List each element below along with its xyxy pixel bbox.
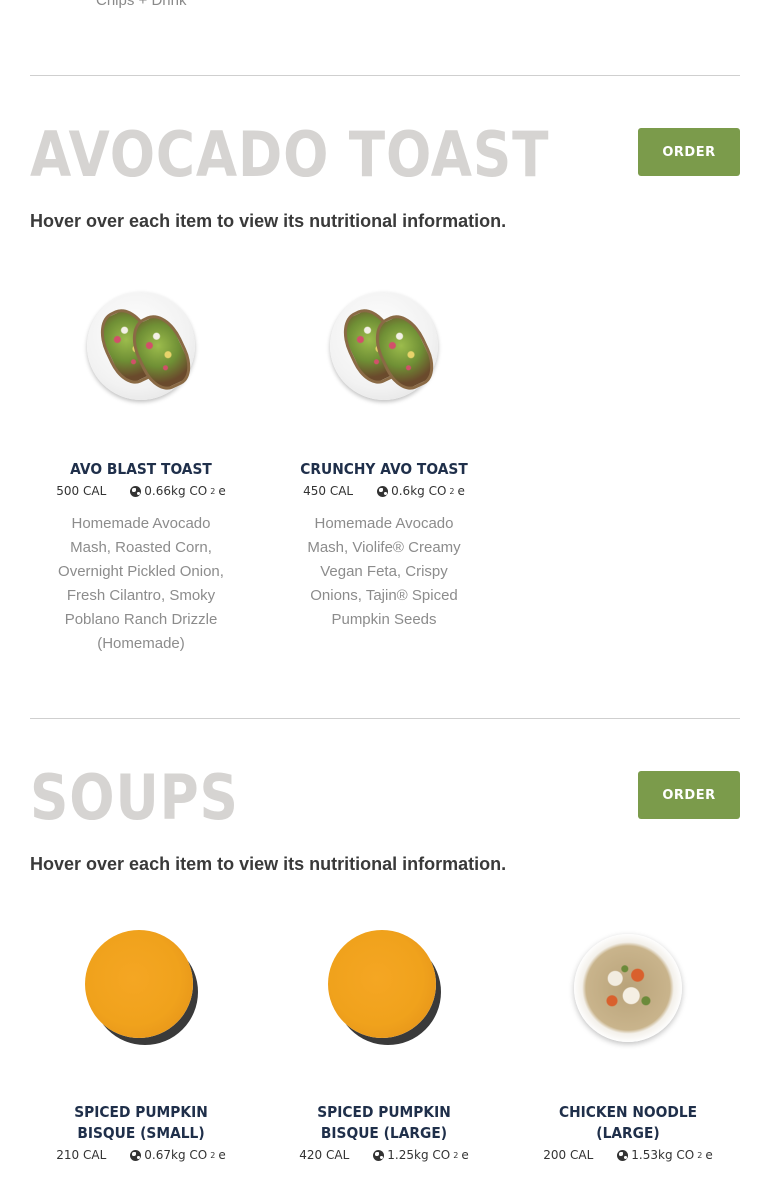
item-meta: 200 CAL 1.53kg CO 2 e	[528, 1148, 728, 1162]
item-description: Homemade Avocado Mash, Roasted Corn, Ove…	[58, 515, 224, 652]
globe-icon	[373, 1149, 385, 1161]
section-divider	[30, 718, 740, 719]
item-name: CRUNCHY AVO TOAST	[300, 460, 468, 478]
item-description: Homemade Avocado Mash, Violife® Creamy V…	[307, 515, 461, 628]
item-name: CHICKEN NOODLE (LARGE)	[558, 1103, 698, 1142]
order-button-soups[interactable]: ORDER	[638, 771, 740, 819]
avocado-toast-photo	[81, 286, 201, 406]
menu-item-chicken-noodle-large[interactable]: CHICKEN NOODLE (LARGE) 200 CAL 1.53kg CO…	[528, 928, 728, 1162]
pumpkin-bisque-photo	[81, 928, 201, 1048]
globe-icon	[130, 485, 142, 497]
menu-item-avo-blast-toast[interactable]: AVO BLAST TOAST 500 CAL 0.66kg CO 2 e Home…	[41, 286, 241, 656]
carbon-footprint: 1.25kg CO 2 e	[373, 1148, 469, 1162]
carbon-footprint: 0.67kg CO 2 e	[130, 1148, 226, 1162]
chicken-noodle-soup-photo	[568, 928, 688, 1048]
co2-value: 1.53kg CO	[631, 1148, 695, 1162]
section-divider	[30, 75, 740, 76]
co2-value: 1.25kg CO	[387, 1148, 451, 1162]
item-name: SPICED PUMPKIN BISQUE (SMALL)	[74, 1103, 208, 1142]
globe-icon	[377, 485, 389, 497]
co2-value: 0.66kg CO	[144, 484, 208, 498]
co2-value: 0.6kg CO	[391, 484, 447, 498]
previous-item-description-fragment: Chips + Drink	[96, 0, 187, 9]
avocado-toast-photo	[324, 286, 444, 406]
calories: 500 CAL	[56, 484, 107, 498]
menu-item-spiced-pumpkin-bisque-small[interactable]: SPICED PUMPKIN BISQUE (SMALL) 210 CAL 0.…	[41, 928, 241, 1162]
calories: 200 CAL	[543, 1148, 594, 1162]
item-name: AVO BLAST TOAST	[70, 460, 212, 478]
menu-item-spiced-pumpkin-bisque-large[interactable]: SPICED PUMPKIN BISQUE (LARGE) 420 CAL 1.…	[284, 928, 484, 1162]
globe-icon	[617, 1149, 629, 1161]
nutrition-hover-note: Hover over each item to view its nutriti…	[30, 854, 507, 874]
co2-value: 0.67kg CO	[144, 1148, 208, 1162]
nutrition-hover-note: Hover over each item to view its nutriti…	[30, 211, 507, 231]
item-meta: 450 CAL 0.6kg CO 2 e	[284, 484, 484, 498]
item-meta: 420 CAL 1.25kg CO 2 e	[284, 1148, 484, 1162]
calories: 420 CAL	[299, 1148, 350, 1162]
globe-icon	[130, 1149, 142, 1161]
pumpkin-bisque-photo	[324, 928, 444, 1048]
section-title-soups: SOUPS	[30, 761, 239, 834]
item-name: SPICED PUMPKIN BISQUE (LARGE)	[317, 1103, 451, 1142]
calories: 450 CAL	[303, 484, 354, 498]
section-title-avocado-toast: AVOCADO TOAST	[30, 118, 550, 191]
menu-item-crunchy-avo-toast[interactable]: CRUNCHY AVO TOAST 450 CAL 0.6kg CO 2 e Hom…	[284, 286, 484, 632]
item-meta: 210 CAL 0.67kg CO 2 e	[41, 1148, 241, 1162]
order-button-avocado-toast[interactable]: ORDER	[638, 128, 740, 176]
carbon-footprint: 0.6kg CO 2 e	[377, 484, 465, 498]
carbon-footprint: 1.53kg CO 2 e	[617, 1148, 713, 1162]
carbon-footprint: 0.66kg CO 2 e	[130, 484, 226, 498]
calories: 210 CAL	[56, 1148, 107, 1162]
item-meta: 500 CAL 0.66kg CO 2 e	[41, 484, 241, 498]
